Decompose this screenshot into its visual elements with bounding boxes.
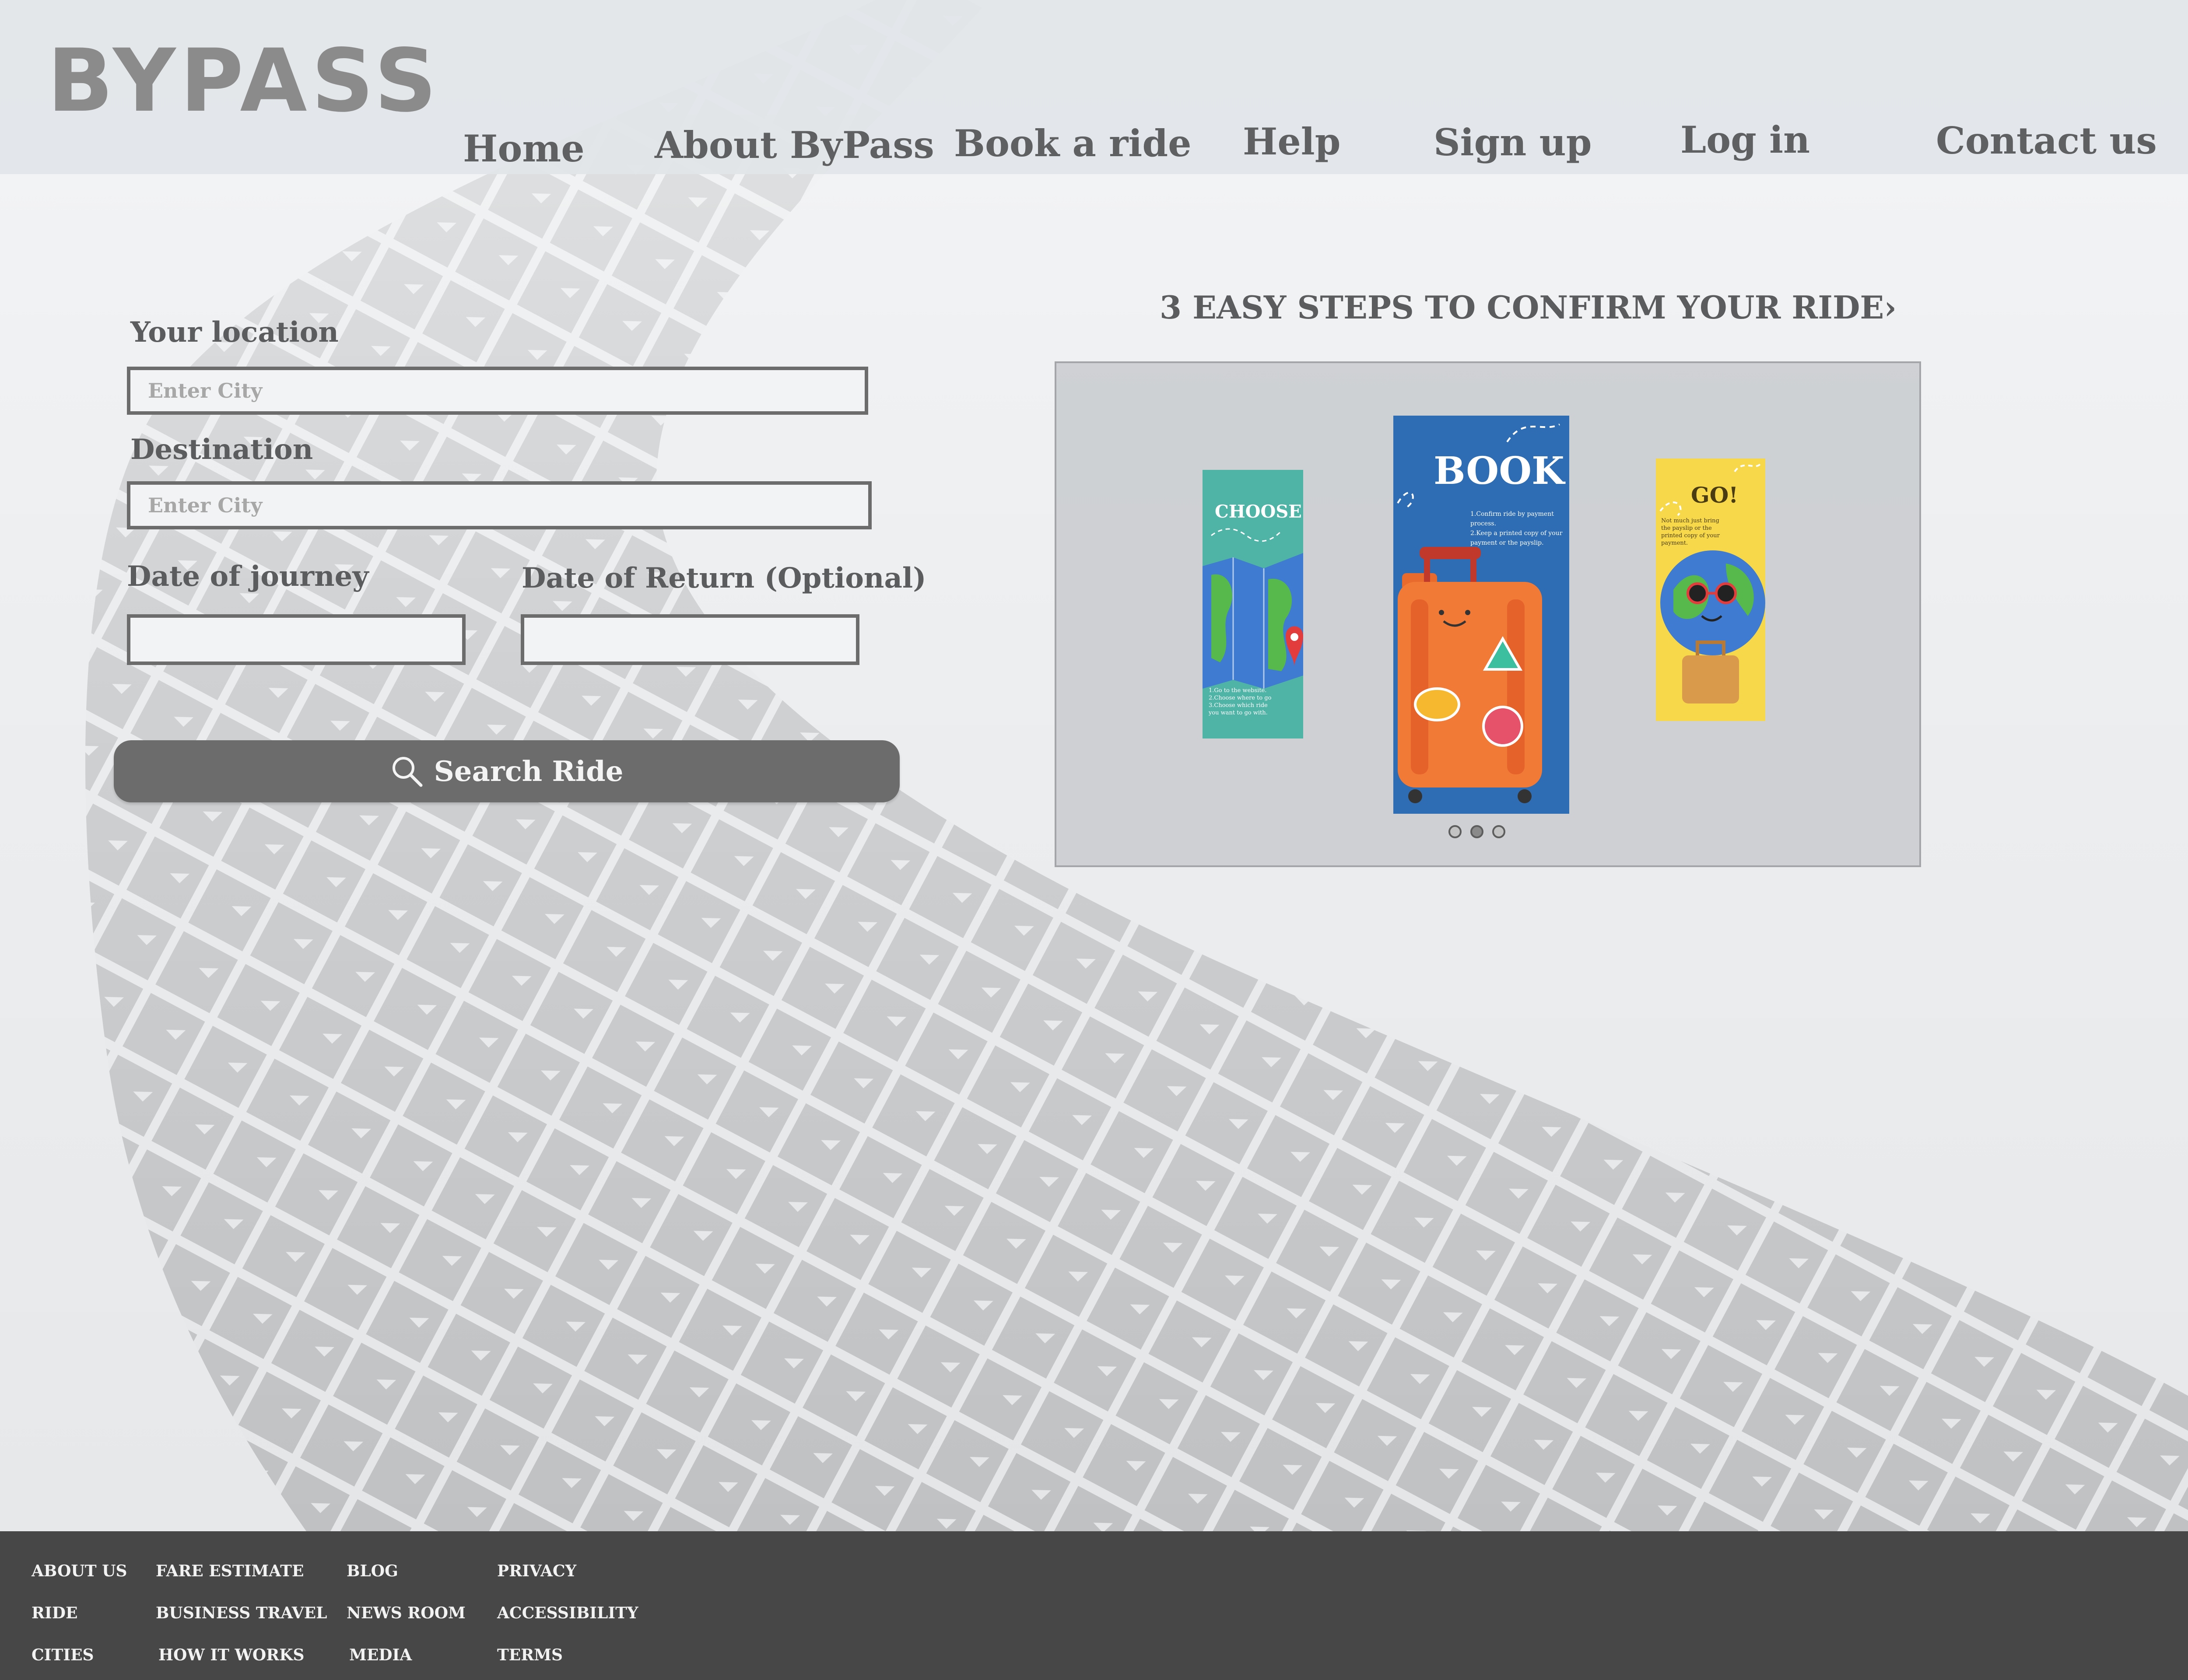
nav-about[interactable]: About ByPass (655, 123, 934, 167)
footer-link-business-travel[interactable]: BUSINESS TRAVEL (156, 1604, 327, 1622)
header: BYPASS Home About ByPass Book a ride Hel… (0, 0, 2188, 174)
footer-link-accessibility[interactable]: ACCESSIBILITY (497, 1604, 638, 1622)
step-card-choose[interactable]: CHOOSE 1.Go to the website. 2.Choose whe… (1203, 470, 1303, 738)
search-ride-label: Search Ride (434, 755, 624, 788)
nav-log-in[interactable]: Log in (1680, 118, 1810, 161)
step-book-line: 2.Keep a printed copy of your (1470, 530, 1563, 537)
step-choose-line: 1.Go to the website. (1209, 687, 1267, 694)
step-choose-line: 2.Choose where to go (1209, 695, 1272, 701)
step-go-line: Not much just bring (1661, 518, 1719, 524)
location-input[interactable] (127, 367, 868, 415)
footer: ABOUT US RIDE CITIES FARE ESTIMATE BUSIN… (0, 1531, 2188, 1680)
step-go-line: the payslip or the (1661, 525, 1712, 532)
nav-help[interactable]: Help (1243, 120, 1340, 163)
footer-link-how-it-works[interactable]: HOW IT WORKS (158, 1646, 305, 1664)
footer-link-about-us[interactable]: ABOUT US (32, 1562, 127, 1580)
chevron-right-icon: › (1884, 289, 1897, 326)
step-choose-text: 1.Go to the website. 2.Choose where to g… (1209, 687, 1271, 717)
step-book-text: 1.Confirm ride by payment process. 2.Kee… (1470, 509, 1562, 548)
step-card-go[interactable]: GO! Not much just bring the payslip or t… (1656, 458, 1765, 721)
journey-date-input[interactable] (127, 614, 466, 665)
nav-book-a-ride[interactable]: Book a ride (954, 122, 1192, 165)
return-date-input[interactable] (521, 614, 859, 665)
step-go-text: Not much just bring the payslip or the p… (1661, 517, 1720, 547)
nav-contact-us[interactable]: Contact us (1936, 119, 2157, 162)
carousel-dot-1[interactable] (1448, 825, 1462, 838)
nav-home[interactable]: Home (463, 127, 585, 170)
search-icon (392, 757, 423, 787)
step-choose-line: 3.Choose which ride (1209, 702, 1268, 709)
step-book-line: 1.Confirm ride by payment (1470, 511, 1554, 518)
date-of-return-label: Date of Return (Optional) (522, 562, 926, 595)
step-book-line: process. (1470, 520, 1497, 527)
footer-link-terms[interactable]: TERMS (497, 1646, 563, 1664)
date-of-journey-label: Date of journey (127, 560, 369, 593)
step-go-title: GO! (1691, 482, 1739, 508)
carousel-dot-3[interactable] (1492, 825, 1505, 838)
step-go-line: printed copy of your (1661, 532, 1720, 539)
step-go-line: payment. (1661, 540, 1688, 546)
steps-carousel[interactable]: CHOOSE 1.Go to the website. 2.Choose whe… (1055, 361, 1921, 867)
destination-input[interactable] (127, 481, 872, 529)
your-location-label: Your location (130, 316, 339, 349)
step-card-book[interactable]: BOOK 1.Confirm ride by payment process. … (1393, 416, 1569, 814)
carousel-dot-2[interactable] (1470, 825, 1483, 838)
footer-link-privacy[interactable]: PRIVACY (497, 1562, 576, 1580)
step-choose-title: CHOOSE (1215, 501, 1302, 522)
search-ride-button[interactable]: Search Ride (114, 740, 900, 802)
footer-link-news-room[interactable]: NEWS ROOM (347, 1604, 466, 1622)
step-book-title: BOOK (1434, 449, 1564, 493)
steps-title-link[interactable]: 3 EASY STEPS TO CONFIRM YOUR RIDE› (1160, 289, 1897, 326)
steps-title: 3 EASY STEPS TO CONFIRM YOUR RIDE (1160, 289, 1884, 326)
footer-link-fare-estimate[interactable]: FARE ESTIMATE (156, 1562, 304, 1580)
destination-label: Destination (130, 433, 313, 466)
step-choose-line: you want to go with. (1209, 710, 1268, 716)
footer-link-blog[interactable]: BLOG (347, 1562, 398, 1580)
nav-sign-up[interactable]: Sign up (1434, 121, 1592, 164)
page: BYPASS Home About ByPass Book a ride Hel… (0, 0, 2188, 1680)
step-book-line: payment or the payslip. (1470, 539, 1544, 546)
footer-link-media[interactable]: MEDIA (349, 1646, 412, 1664)
logo[interactable]: BYPASS (47, 38, 441, 124)
footer-link-ride[interactable]: RIDE (32, 1604, 77, 1622)
footer-link-cities[interactable]: CITIES (32, 1646, 94, 1664)
